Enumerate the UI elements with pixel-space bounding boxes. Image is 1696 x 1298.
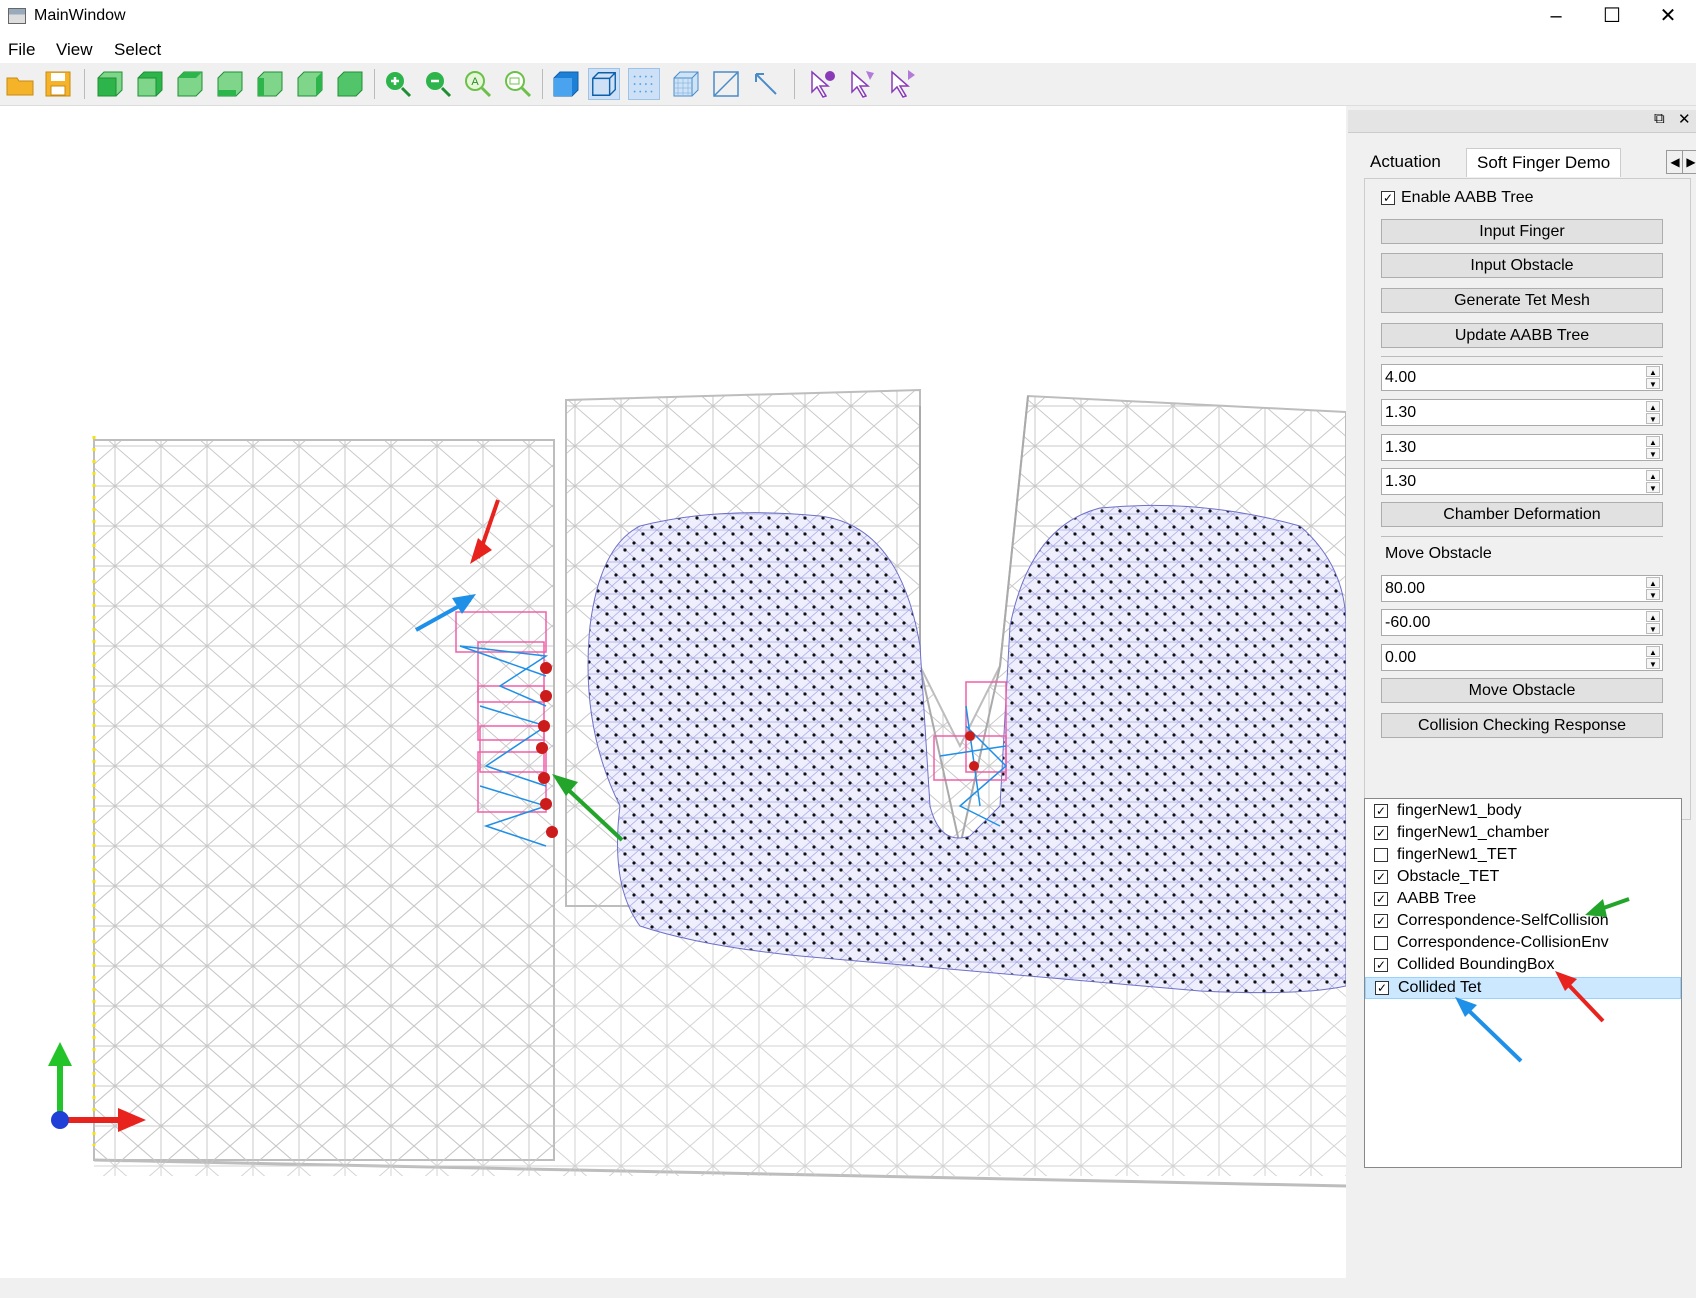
app-icon bbox=[8, 8, 26, 24]
title-bar: MainWindow – ☐ ✕ bbox=[0, 0, 1696, 33]
float-icon[interactable]: ⧉ bbox=[1654, 110, 1665, 127]
param-spinbox-2[interactable]: 1.30 ▲ ▼ bbox=[1381, 399, 1663, 426]
dock-close-icon[interactable]: ✕ bbox=[1678, 110, 1691, 128]
open-folder-icon[interactable] bbox=[4, 68, 36, 100]
view-bottom-icon[interactable] bbox=[214, 68, 246, 100]
soft-finger-panel: ✓ Enable AABB Tree Input Finger Input Ob… bbox=[1364, 178, 1691, 820]
layer-list: ✓ fingerNew1_body ✓ fingerNew1_chamber fin… bbox=[1364, 798, 1682, 1168]
param-spinbox-1[interactable]: 4.00 ▲ ▼ bbox=[1381, 364, 1663, 391]
layer-checkbox[interactable]: ✓ bbox=[1374, 892, 1388, 906]
menu-select[interactable]: Select bbox=[114, 40, 161, 60]
menu-file[interactable]: File bbox=[8, 40, 35, 60]
tab-soft-finger-demo[interactable]: Soft Finger Demo bbox=[1466, 148, 1622, 177]
enable-aabb-checkbox[interactable]: ✓ bbox=[1381, 191, 1395, 205]
update-aabb-tree-button[interactable]: Update AABB Tree bbox=[1381, 323, 1663, 348]
zoom-auto-icon[interactable]: A bbox=[462, 68, 494, 100]
zoom-window-icon[interactable] bbox=[502, 68, 534, 100]
zoom-in-icon[interactable] bbox=[382, 68, 414, 100]
minimize-button[interactable]: – bbox=[1528, 0, 1584, 33]
move-y-spinbox[interactable]: -60.00 ▲ ▼ bbox=[1381, 609, 1663, 636]
svg-text:A: A bbox=[471, 76, 479, 88]
mesh-mode-icon[interactable] bbox=[670, 68, 702, 100]
view-top-icon[interactable] bbox=[174, 68, 206, 100]
save-icon[interactable] bbox=[42, 68, 74, 100]
dock-title-bar: ⧉ ✕ bbox=[1348, 110, 1696, 133]
input-obstacle-button[interactable]: Input Obstacle bbox=[1381, 253, 1663, 278]
point-mode-icon[interactable] bbox=[628, 68, 660, 100]
layer-checkbox[interactable]: ✓ bbox=[1374, 826, 1388, 840]
layer-checkbox[interactable] bbox=[1374, 848, 1388, 862]
wireframe-mode-icon[interactable] bbox=[588, 68, 620, 100]
toolbar: A bbox=[0, 63, 1696, 106]
chamber-deformation-button[interactable]: Chamber Deformation bbox=[1381, 502, 1663, 527]
view-iso-icon[interactable] bbox=[334, 68, 366, 100]
generate-tet-mesh-button[interactable]: Generate Tet Mesh bbox=[1381, 288, 1663, 313]
layer-checkbox[interactable]: ✓ bbox=[1374, 914, 1388, 928]
layer-checkbox[interactable] bbox=[1374, 936, 1388, 950]
layer-item[interactable]: ✓ fingerNew1_chamber bbox=[1365, 823, 1681, 844]
collision-checking-response-button[interactable]: Collision Checking Response bbox=[1381, 713, 1663, 738]
layer-item[interactable]: fingerNew1_TET bbox=[1365, 845, 1681, 866]
layer-item[interactable]: ✓ Correspondence-SelfCollision bbox=[1365, 911, 1681, 932]
3d-viewport[interactable] bbox=[0, 106, 1346, 1278]
window-title: MainWindow bbox=[34, 7, 126, 24]
tab-bar: Actuation Soft Finger Demo ◀ ▶ bbox=[1364, 146, 1696, 178]
enable-aabb-label: Enable AABB Tree bbox=[1401, 189, 1534, 206]
menu-view[interactable]: View bbox=[56, 40, 93, 60]
move-z-spinbox[interactable]: 0.00 ▲ ▼ bbox=[1381, 644, 1663, 671]
edge-mode-icon[interactable] bbox=[710, 68, 742, 100]
side-dock: ⧉ ✕ Actuation Soft Finger Demo ◀ ▶ ✓ Ena… bbox=[1348, 106, 1696, 1278]
layer-item[interactable]: Correspondence-CollisionEnv bbox=[1365, 933, 1681, 954]
param-spinbox-4[interactable]: 1.30 ▲ ▼ bbox=[1381, 468, 1663, 495]
select-node-icon[interactable] bbox=[806, 68, 838, 100]
close-button[interactable]: ✕ bbox=[1640, 0, 1696, 33]
move-obstacle-label: Move Obstacle bbox=[1385, 545, 1492, 562]
tab-actuation[interactable]: Actuation bbox=[1360, 148, 1451, 176]
zoom-out-icon[interactable] bbox=[422, 68, 454, 100]
layer-checkbox[interactable]: ✓ bbox=[1374, 804, 1388, 818]
layer-checkbox[interactable]: ✓ bbox=[1375, 981, 1389, 995]
layer-item[interactable]: ✓ AABB Tree bbox=[1365, 889, 1681, 910]
view-right-icon[interactable] bbox=[294, 68, 326, 100]
layer-checkbox[interactable]: ✓ bbox=[1374, 958, 1388, 972]
move-obstacle-button[interactable]: Move Obstacle bbox=[1381, 678, 1663, 703]
tab-scroll-right-icon[interactable]: ▶ bbox=[1682, 150, 1696, 174]
mesh-scene bbox=[48, 388, 1346, 1188]
select-fix-icon[interactable] bbox=[886, 68, 918, 100]
layer-item[interactable]: ✓ Obstacle_TET bbox=[1365, 867, 1681, 888]
maximize-button[interactable]: ☐ bbox=[1584, 0, 1640, 33]
param-spinbox-3[interactable]: 1.30 ▲ ▼ bbox=[1381, 434, 1663, 461]
layer-checkbox[interactable]: ✓ bbox=[1374, 870, 1388, 884]
select-face-icon[interactable] bbox=[846, 68, 878, 100]
view-front-icon[interactable] bbox=[94, 68, 126, 100]
layer-item[interactable]: ✓ fingerNew1_body bbox=[1365, 801, 1681, 822]
arrow-mode-icon[interactable] bbox=[750, 68, 782, 100]
shade-mode-icon[interactable] bbox=[550, 68, 582, 100]
view-left-icon[interactable] bbox=[254, 68, 286, 100]
layer-item-selected[interactable]: ✓ Collided Tet bbox=[1365, 977, 1681, 999]
move-x-spinbox[interactable]: 80.00 ▲ ▼ bbox=[1381, 575, 1663, 602]
status-bar bbox=[0, 1278, 1696, 1298]
view-back-icon[interactable] bbox=[134, 68, 166, 100]
layer-item[interactable]: ✓ Collided BoundingBox bbox=[1365, 955, 1681, 976]
menu-bar: File View Select bbox=[0, 33, 1696, 63]
input-finger-button[interactable]: Input Finger bbox=[1381, 219, 1663, 244]
